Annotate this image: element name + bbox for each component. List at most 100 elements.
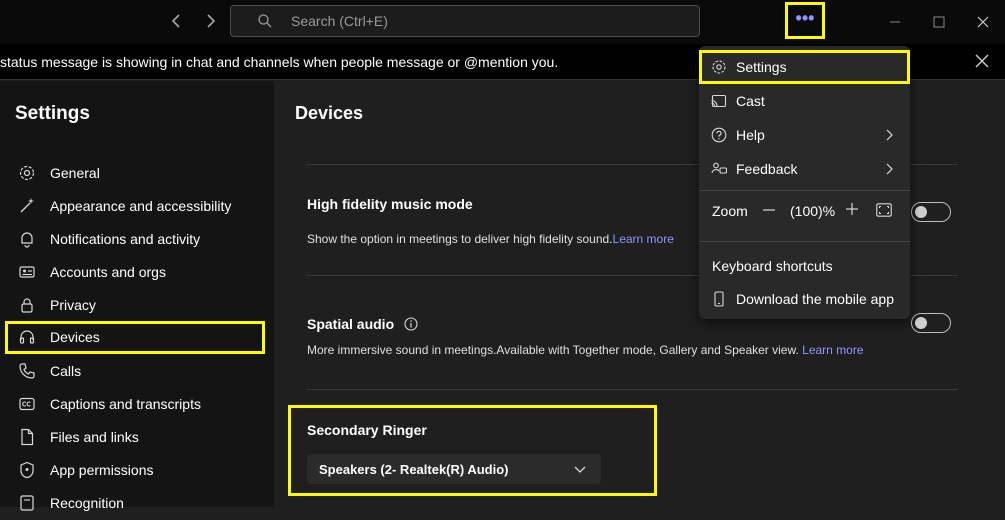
sidebar-item-privacy[interactable]: Privacy <box>5 289 265 322</box>
fit-screen-icon[interactable] <box>876 203 892 217</box>
search-input[interactable] <box>289 11 679 31</box>
file-icon <box>21 428 34 446</box>
spatial-audio-title: Spatial audio <box>307 316 418 332</box>
zoom-out-button[interactable] <box>761 200 777 220</box>
sidebar-item-label: Appearance and accessibility <box>50 198 232 214</box>
sidebar-item-label: Privacy <box>50 297 96 313</box>
sidebar-item-label: Calls <box>50 363 82 379</box>
chevron-right-icon <box>886 129 893 141</box>
sidebar-title: Settings <box>15 103 90 124</box>
divider <box>307 389 958 390</box>
recognition-icon <box>20 495 34 511</box>
cast-icon <box>711 94 727 108</box>
sidebar-item-label: Recognition <box>50 495 124 511</box>
secondary-ringer-title: Secondary Ringer <box>307 422 427 438</box>
hifi-description: Show the option in meetings to deliver h… <box>307 232 674 246</box>
sidebar-item-calls[interactable]: Calls <box>5 355 265 388</box>
sidebar-item-accounts[interactable]: Accounts and orgs <box>5 256 265 289</box>
sidebar-item-captions[interactable]: Captions and transcripts <box>5 388 265 421</box>
menu-item-label: Cast <box>736 93 765 109</box>
menu-item-cast[interactable]: Cast <box>699 84 910 118</box>
sidebar-item-label: Captions and transcripts <box>50 396 201 412</box>
spatial-audio-label: Spatial audio <box>307 316 395 332</box>
banner-close-button[interactable] <box>972 50 992 72</box>
magic-wand-icon <box>20 198 34 213</box>
secondary-ringer-dropdown[interactable]: Speakers (2- Realtek(R) Audio) <box>307 454 601 484</box>
help-icon <box>711 127 727 143</box>
shield-icon <box>20 461 34 479</box>
chevron-right-icon <box>207 14 216 28</box>
zoom-level: (100)% <box>790 203 836 219</box>
search-box[interactable] <box>230 5 700 37</box>
maximize-icon <box>933 16 945 28</box>
minimize-button[interactable] <box>885 12 905 32</box>
plus-icon <box>846 203 858 215</box>
keyboard-shortcuts-item[interactable]: Keyboard shortcuts <box>712 258 833 274</box>
zoom-in-button[interactable] <box>844 199 860 219</box>
dropdown-value: Speakers (2- Realtek(R) Audio) <box>319 462 509 477</box>
more-options-button[interactable]: ••• <box>785 2 825 39</box>
hifi-toggle[interactable] <box>911 202 951 222</box>
sidebar-item-files[interactable]: Files and links <box>5 421 265 454</box>
menu-item-label: Help <box>736 127 765 143</box>
minus-icon <box>763 209 775 211</box>
spatial-learn-more-link[interactable]: Learn more <box>802 343 863 357</box>
hifi-learn-more-link[interactable]: Learn more <box>613 232 674 246</box>
menu-separator <box>699 190 910 191</box>
close-icon <box>977 16 989 28</box>
menu-item-label: Feedback <box>736 161 798 177</box>
sidebar-item-general[interactable]: General <box>5 157 265 190</box>
sidebar-item-notifications[interactable]: Notifications and activity <box>5 223 265 256</box>
close-window-button[interactable] <box>973 12 993 32</box>
sidebar-item-label: App permissions <box>50 462 154 478</box>
search-icon <box>258 14 272 28</box>
sidebar-item-app-permissions[interactable]: App permissions <box>5 454 265 487</box>
phone-icon <box>19 363 35 379</box>
sidebar-item-devices[interactable]: Devices <box>5 321 265 354</box>
chevron-down-icon <box>574 466 586 473</box>
settings-sidebar: Settings General Appearance and accessib… <box>0 81 274 511</box>
more-options-menu: Settings Cast Help Feedback Zoom (100)% … <box>699 46 910 319</box>
id-card-icon <box>19 266 35 278</box>
banner-message: status message is showing in chat and ch… <box>0 54 559 70</box>
sidebar-item-label: Accounts and orgs <box>50 264 166 280</box>
close-icon <box>975 54 989 68</box>
captions-icon <box>19 397 35 411</box>
menu-item-help[interactable]: Help <box>699 118 910 152</box>
lock-icon <box>21 298 33 313</box>
mobile-phone-icon <box>714 291 724 307</box>
menu-item-label: Settings <box>736 59 787 75</box>
gear-icon <box>712 60 726 74</box>
toggle-knob <box>915 317 927 329</box>
zoom-controls: Zoom (100)% <box>699 196 910 226</box>
menu-item-download-mobile[interactable]: Download the mobile app <box>699 282 910 316</box>
gear-icon <box>19 165 35 181</box>
chevron-right-icon <box>886 163 893 175</box>
hifi-desc-text: Show the option in meetings to deliver h… <box>307 232 613 246</box>
back-button[interactable] <box>166 10 188 32</box>
menu-item-label: Download the mobile app <box>736 291 894 307</box>
sidebar-item-label: Files and links <box>50 429 139 445</box>
maximize-button[interactable] <box>929 12 949 32</box>
zoom-label: Zoom <box>712 203 748 219</box>
menu-item-feedback[interactable]: Feedback <box>699 152 910 186</box>
sidebar-item-recognition[interactable]: Recognition <box>5 487 265 520</box>
sidebar-item-label: Notifications and activity <box>50 231 201 247</box>
spatial-audio-toggle[interactable] <box>911 313 951 333</box>
bell-icon <box>21 232 33 248</box>
sidebar-item-label: Devices <box>50 329 100 345</box>
feedback-icon <box>711 162 727 174</box>
sidebar-item-appearance[interactable]: Appearance and accessibility <box>5 190 265 223</box>
page-title: Devices <box>295 103 364 123</box>
headset-icon <box>19 330 35 344</box>
menu-separator <box>699 241 910 242</box>
hifi-title: High fidelity music mode <box>307 196 473 212</box>
spatial-audio-description: More immersive sound in meetings.Availab… <box>307 343 864 357</box>
sidebar-item-label: General <box>50 165 100 181</box>
spatial-desc-text: More immersive sound in meetings.Availab… <box>307 343 799 357</box>
info-icon[interactable] <box>404 317 418 331</box>
forward-button[interactable] <box>199 10 221 32</box>
title-bar: ••• <box>0 0 1005 44</box>
toggle-knob <box>915 206 927 218</box>
menu-item-settings[interactable]: Settings <box>699 50 910 84</box>
